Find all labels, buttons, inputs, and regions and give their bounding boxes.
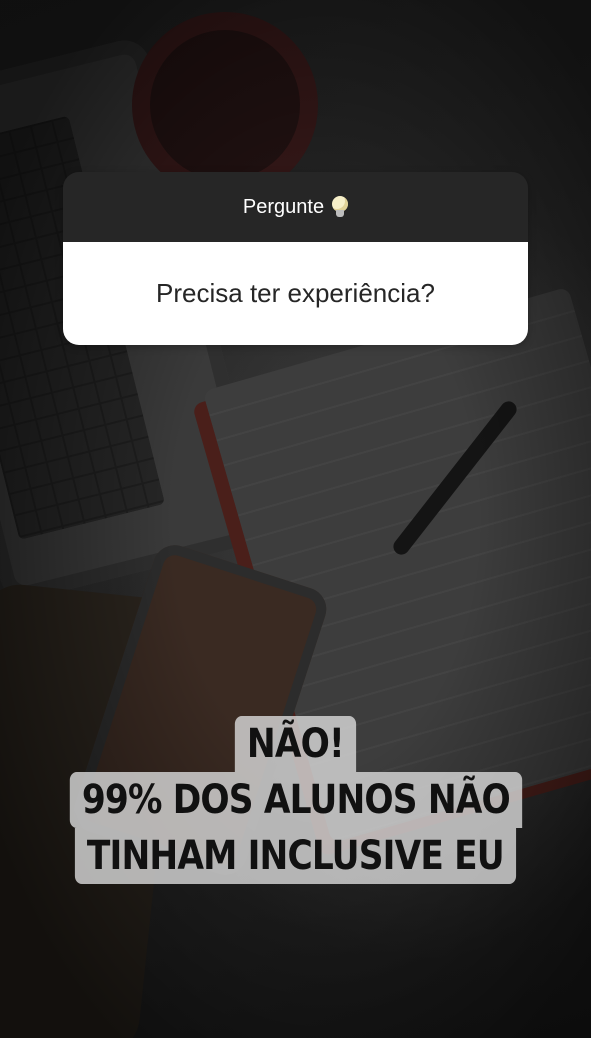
question-text-area: Precisa ter experiência? [63,242,528,345]
question-sticker-title: Pergunte [242,195,325,218]
story-caption: NÃO! 99% DOS ALUNOS NÃO TINHAM INCLUSIVE… [0,716,591,884]
caption-line: NÃO! [235,716,356,772]
question-sticker-header: Pergunte [63,172,528,242]
lightbulb-icon [332,196,349,218]
caption-line: 99% DOS ALUNOS NÃO [69,772,522,828]
caption-line: TINHAM INCLUSIVE EU [75,828,516,884]
question-text: Precisa ter experiência? [156,278,435,308]
question-sticker[interactable]: Pergunte Precisa ter experiência? [63,172,528,345]
